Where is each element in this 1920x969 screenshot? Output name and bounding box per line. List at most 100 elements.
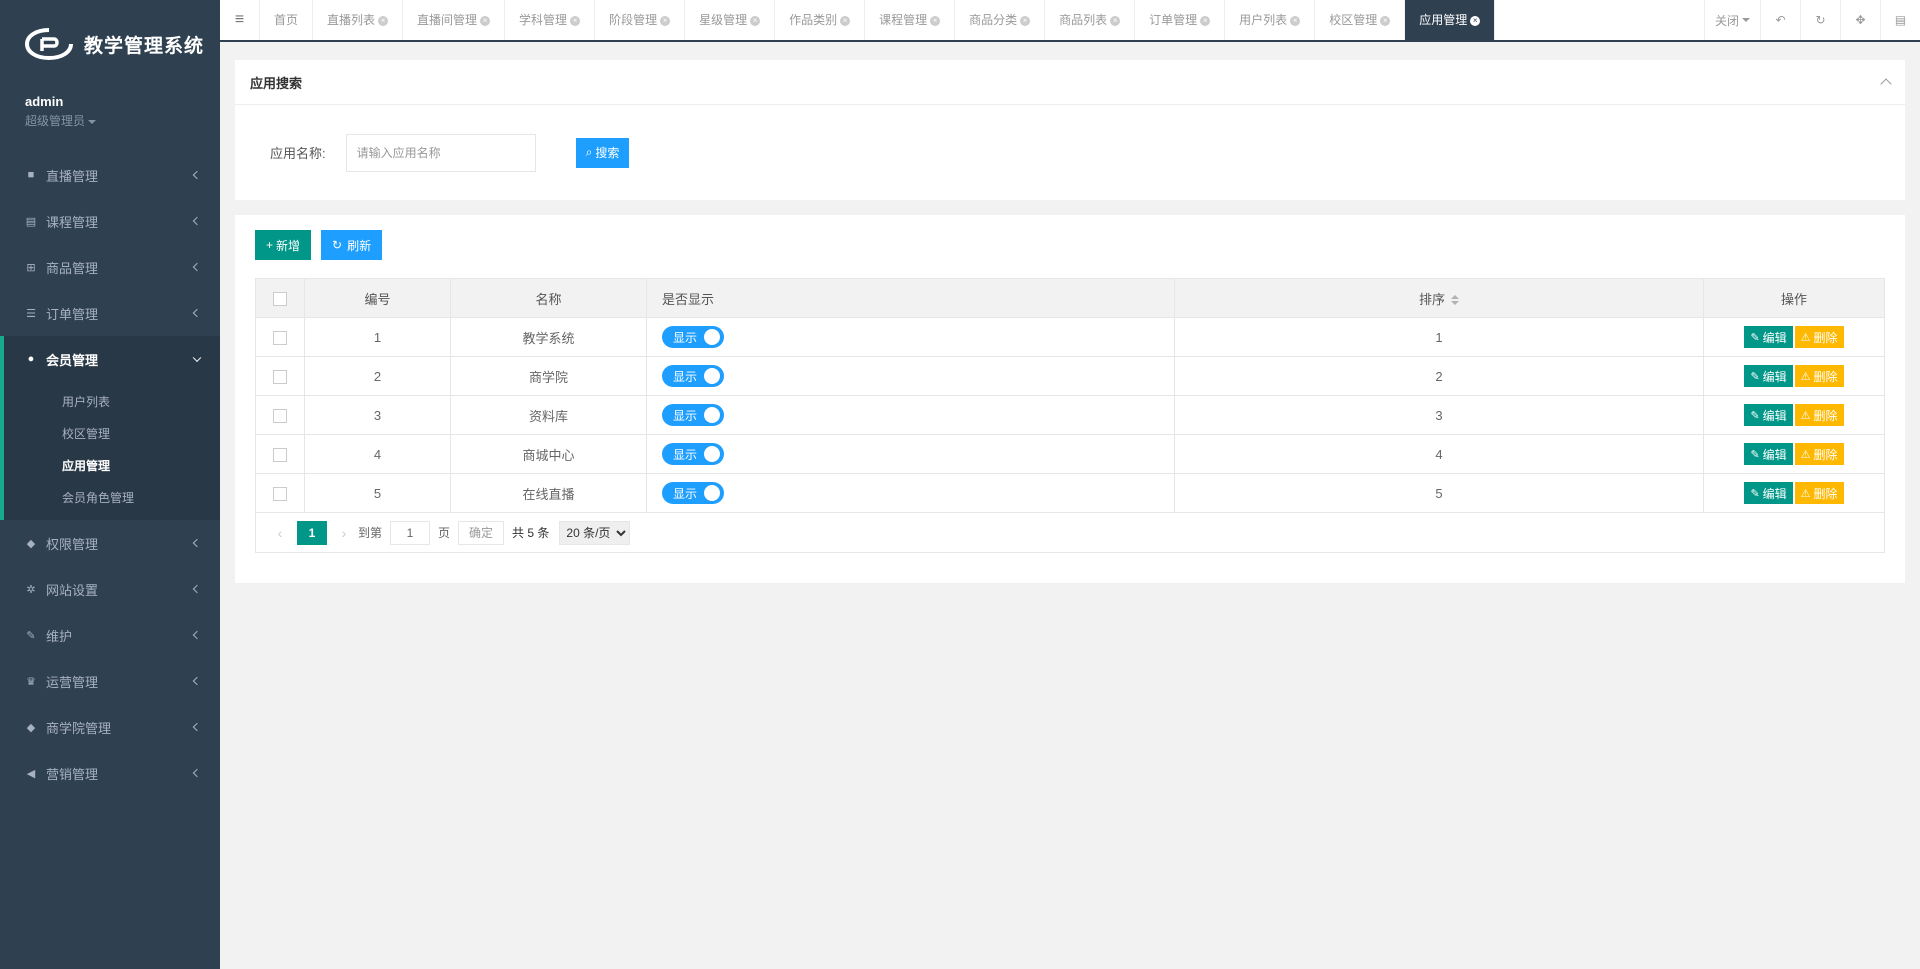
- sidebar-item-business-school[interactable]: ◆ 商学院管理: [0, 704, 220, 750]
- tab-app-manage[interactable]: 应用管理 ×: [1405, 0, 1496, 40]
- close-icon[interactable]: ×: [750, 15, 761, 26]
- row-checkbox[interactable]: [273, 408, 287, 423]
- tab-star[interactable]: 星级管理 ×: [685, 0, 776, 40]
- tab-home[interactable]: 首页: [260, 0, 314, 40]
- sort-icon[interactable]: [1451, 295, 1459, 306]
- close-icon[interactable]: ×: [1470, 15, 1481, 26]
- tab-live-list[interactable]: 直播列表 ×: [313, 0, 404, 40]
- sub-item-campus[interactable]: 校区管理: [4, 418, 220, 450]
- edit-button[interactable]: ✎ 编辑: [1744, 365, 1793, 387]
- close-icon[interactable]: ×: [570, 15, 581, 26]
- sub-item-app-manage[interactable]: 应用管理: [4, 450, 220, 482]
- close-icon[interactable]: ×: [660, 15, 671, 26]
- show-toggle[interactable]: 显示: [662, 482, 724, 504]
- delete-button[interactable]: ⚠ 删除: [1794, 326, 1844, 348]
- row-id: 4: [304, 434, 451, 474]
- prev-page-icon[interactable]: ‹: [266, 525, 294, 541]
- close-icon[interactable]: ×: [840, 15, 851, 26]
- warning-icon: ⚠: [1800, 331, 1811, 344]
- row-show-cell: 显示: [646, 395, 1175, 435]
- close-icon[interactable]: ×: [1380, 15, 1391, 26]
- close-icon[interactable]: ×: [1200, 15, 1211, 26]
- collapse-icon[interactable]: [1880, 78, 1892, 90]
- tab-subject[interactable]: 学科管理 ×: [505, 0, 596, 40]
- user-info[interactable]: admin 超级管理员: [0, 88, 220, 140]
- select-all-checkbox[interactable]: [273, 291, 287, 306]
- close-icon[interactable]: ×: [1020, 15, 1031, 26]
- tab-campus[interactable]: 校区管理 ×: [1315, 0, 1406, 40]
- user-role[interactable]: 超级管理员: [25, 112, 220, 129]
- theme-icon[interactable]: ▤: [1880, 0, 1920, 40]
- sub-item-member-role[interactable]: 会员角色管理: [4, 482, 220, 514]
- edit-button[interactable]: ✎ 编辑: [1744, 404, 1793, 426]
- close-icon[interactable]: ×: [378, 15, 389, 26]
- sub-item-user-list[interactable]: 用户列表: [4, 386, 220, 418]
- row-checkbox[interactable]: [273, 330, 287, 345]
- delete-button[interactable]: ⚠ 删除: [1794, 443, 1844, 465]
- close-icon[interactable]: ×: [930, 15, 941, 26]
- sidebar-item-maintain[interactable]: ✎ 维护: [0, 612, 220, 658]
- show-toggle[interactable]: 显示: [662, 443, 724, 465]
- sidebar-menu: ■ 直播管理 ▤ 课程管理 ⊞ 商品管理 ☰ 订单管理 ● 会员管理 用户列表 校区管理 …: [0, 152, 220, 796]
- tab-work-category[interactable]: 作品类别 ×: [775, 0, 866, 40]
- tab-bar: 首页 直播列表 × 直播间管理 × 学科管理 × 阶段管理 × 星级管理 × 作品类别 × …: [260, 0, 1704, 40]
- refresh-icon[interactable]: ↻: [1800, 0, 1840, 40]
- tab-user-list[interactable]: 用户列表 ×: [1225, 0, 1316, 40]
- goto-confirm-button[interactable]: 确定: [458, 520, 505, 545]
- back-icon[interactable]: ↶: [1760, 0, 1800, 40]
- row-select-cell: [255, 317, 305, 357]
- sidebar-item-order[interactable]: ☰ 订单管理: [0, 290, 220, 336]
- sidebar-item-operation[interactable]: ♛ 运营管理: [0, 658, 220, 704]
- close-icon[interactable]: ×: [480, 15, 491, 26]
- sidebar-item-member[interactable]: ● 会员管理: [0, 336, 220, 382]
- search-button[interactable]: ⌕ 搜索: [575, 137, 630, 168]
- next-page-icon[interactable]: ›: [330, 525, 358, 541]
- search-input[interactable]: [345, 133, 536, 172]
- tab-goods-category[interactable]: 商品分类 ×: [955, 0, 1046, 40]
- fullscreen-icon[interactable]: ✥: [1840, 0, 1880, 40]
- row-checkbox[interactable]: [273, 447, 287, 462]
- current-page[interactable]: 1: [297, 520, 327, 545]
- col-name[interactable]: 名称: [450, 278, 647, 318]
- add-button[interactable]: + 新增: [255, 230, 312, 260]
- sidebar-item-marketing[interactable]: ◀ 营销管理: [0, 750, 220, 796]
- col-sort[interactable]: 排序: [1174, 278, 1704, 318]
- tab-goods-list[interactable]: 商品列表 ×: [1045, 0, 1136, 40]
- tab-order[interactable]: 订单管理 ×: [1135, 0, 1226, 40]
- tab-course[interactable]: 课程管理 ×: [865, 0, 956, 40]
- close-icon[interactable]: ×: [1290, 15, 1301, 26]
- show-toggle[interactable]: 显示: [662, 404, 724, 426]
- chevron-left-icon: [192, 262, 202, 272]
- show-toggle[interactable]: 显示: [662, 365, 724, 387]
- show-toggle[interactable]: 显示: [662, 326, 724, 348]
- row-checkbox[interactable]: [273, 486, 287, 501]
- delete-button[interactable]: ⚠ 删除: [1794, 482, 1844, 504]
- edit-button[interactable]: ✎ 编辑: [1744, 443, 1793, 465]
- refresh-button[interactable]: ↻ 刷新: [321, 230, 383, 260]
- row-checkbox[interactable]: [273, 369, 287, 384]
- edit-button[interactable]: ✎ 编辑: [1744, 326, 1793, 348]
- sidebar-item-site-settings[interactable]: ✲ 网站设置: [0, 566, 220, 612]
- col-show[interactable]: 是否显示: [646, 278, 1175, 318]
- col-id[interactable]: 编号: [304, 278, 451, 318]
- wrench-icon: ✎: [26, 629, 36, 642]
- close-tabs-dropdown[interactable]: 关闭: [1703, 0, 1760, 40]
- delete-button[interactable]: ⚠ 删除: [1794, 365, 1844, 387]
- row-id: 5: [304, 473, 451, 513]
- caret-down-icon: [1742, 18, 1750, 22]
- goto-page-input[interactable]: [390, 520, 431, 545]
- chevron-left-icon: [192, 584, 202, 594]
- menu-toggle-icon[interactable]: ≡: [220, 0, 260, 40]
- tab-live-room[interactable]: 直播间管理 ×: [403, 0, 506, 40]
- delete-button[interactable]: ⚠ 删除: [1794, 404, 1844, 426]
- close-icon[interactable]: ×: [1110, 15, 1121, 26]
- sidebar-item-permission[interactable]: ◆ 权限管理: [0, 520, 220, 566]
- pencil-icon: ✎: [1750, 487, 1760, 500]
- edit-button[interactable]: ✎ 编辑: [1744, 482, 1793, 504]
- tab-stage[interactable]: 阶段管理 ×: [595, 0, 686, 40]
- goto-label: 到第: [358, 526, 383, 540]
- sidebar-item-live[interactable]: ■ 直播管理: [0, 152, 220, 198]
- page-size-select[interactable]: 20 条/页: [559, 520, 631, 545]
- sidebar-item-course[interactable]: ▤ 课程管理: [0, 198, 220, 244]
- sidebar-item-goods[interactable]: ⊞ 商品管理: [0, 244, 220, 290]
